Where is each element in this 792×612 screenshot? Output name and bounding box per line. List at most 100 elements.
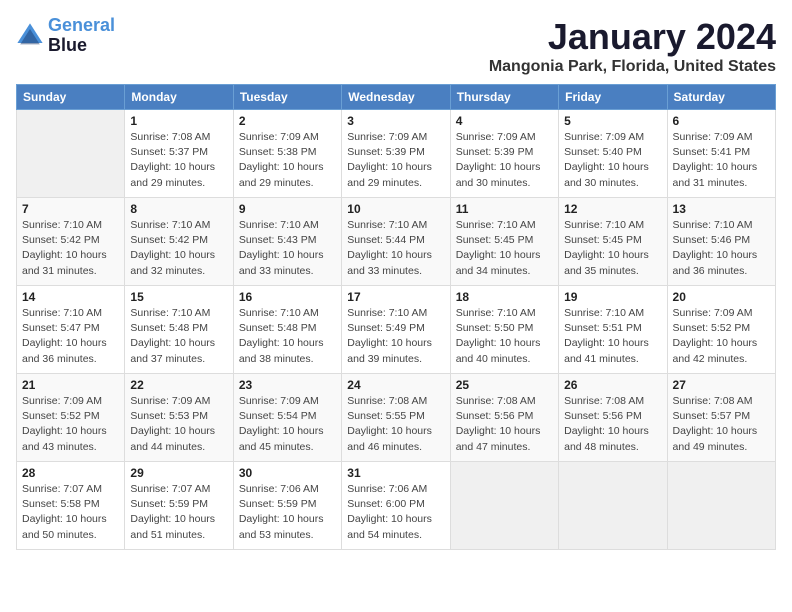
- day-number: 5: [564, 114, 661, 128]
- day-detail: Sunrise: 7:10 AM Sunset: 5:45 PM Dayligh…: [564, 218, 661, 279]
- day-number: 25: [456, 378, 553, 392]
- day-number: 7: [22, 202, 119, 216]
- calendar-day-header: Saturday: [667, 85, 775, 110]
- day-number: 16: [239, 290, 336, 304]
- calendar-cell: [559, 462, 667, 550]
- day-detail: Sunrise: 7:10 AM Sunset: 5:43 PM Dayligh…: [239, 218, 336, 279]
- day-number: 4: [456, 114, 553, 128]
- calendar-cell: 5 Sunrise: 7:09 AM Sunset: 5:40 PM Daylig…: [559, 110, 667, 198]
- day-number: 9: [239, 202, 336, 216]
- day-detail: Sunrise: 7:10 AM Sunset: 5:49 PM Dayligh…: [347, 306, 444, 367]
- day-number: 19: [564, 290, 661, 304]
- title-block: January 2024 Mangonia Park, Florida, Uni…: [489, 16, 776, 76]
- day-detail: Sunrise: 7:08 AM Sunset: 5:56 PM Dayligh…: [564, 394, 661, 455]
- calendar-cell: 31 Sunrise: 7:06 AM Sunset: 6:00 PM Dayli…: [342, 462, 450, 550]
- day-detail: Sunrise: 7:10 AM Sunset: 5:44 PM Dayligh…: [347, 218, 444, 279]
- calendar-day-header: Sunday: [17, 85, 125, 110]
- day-detail: Sunrise: 7:10 AM Sunset: 5:42 PM Dayligh…: [22, 218, 119, 279]
- calendar-cell: 2 Sunrise: 7:09 AM Sunset: 5:38 PM Daylig…: [233, 110, 341, 198]
- calendar-day-header: Wednesday: [342, 85, 450, 110]
- calendar-cell: 23Sunrise: 7:09 AM Sunset: 5:54 PM Dayli…: [233, 374, 341, 462]
- calendar-cell: 16Sunrise: 7:10 AM Sunset: 5:48 PM Dayli…: [233, 286, 341, 374]
- calendar-cell: 19 Sunrise: 7:10 AM Sunset: 5:51 PM Dayli…: [559, 286, 667, 374]
- calendar-cell: 15 Sunrise: 7:10 AM Sunset: 5:48 PM Dayli…: [125, 286, 233, 374]
- calendar-header-row: SundayMondayTuesdayWednesdayThursdayFrid…: [17, 85, 776, 110]
- location: Mangonia Park, Florida, United States: [489, 58, 776, 76]
- day-number: 11: [456, 202, 553, 216]
- day-number: 31: [347, 466, 444, 480]
- day-number: 22: [130, 378, 227, 392]
- calendar-week-row: 14Sunrise: 7:10 AM Sunset: 5:47 PM Dayli…: [17, 286, 776, 374]
- calendar-cell: [17, 110, 125, 198]
- day-detail: Sunrise: 7:09 AM Sunset: 5:39 PM Dayligh…: [347, 130, 444, 191]
- calendar-cell: 27 Sunrise: 7:08 AM Sunset: 5:57 PM Dayli…: [667, 374, 775, 462]
- day-number: 14: [22, 290, 119, 304]
- day-detail: Sunrise: 7:10 AM Sunset: 5:51 PM Dayligh…: [564, 306, 661, 367]
- day-number: 6: [673, 114, 770, 128]
- calendar-day-header: Monday: [125, 85, 233, 110]
- day-detail: Sunrise: 7:07 AM Sunset: 5:59 PM Dayligh…: [130, 482, 227, 543]
- day-detail: Sunrise: 7:08 AM Sunset: 5:56 PM Dayligh…: [456, 394, 553, 455]
- day-number: 18: [456, 290, 553, 304]
- day-detail: Sunrise: 7:08 AM Sunset: 5:37 PM Dayligh…: [130, 130, 227, 191]
- day-number: 27: [673, 378, 770, 392]
- calendar-cell: 17 Sunrise: 7:10 AM Sunset: 5:49 PM Dayli…: [342, 286, 450, 374]
- calendar-cell: 22Sunrise: 7:09 AM Sunset: 5:53 PM Dayli…: [125, 374, 233, 462]
- calendar-week-row: 7 Sunrise: 7:10 AM Sunset: 5:42 PM Daylig…: [17, 198, 776, 286]
- calendar-day-header: Tuesday: [233, 85, 341, 110]
- calendar-cell: [667, 462, 775, 550]
- month-title: January 2024: [489, 16, 776, 58]
- day-detail: Sunrise: 7:09 AM Sunset: 5:38 PM Dayligh…: [239, 130, 336, 191]
- day-detail: Sunrise: 7:09 AM Sunset: 5:54 PM Dayligh…: [239, 394, 336, 455]
- day-detail: Sunrise: 7:06 AM Sunset: 5:59 PM Dayligh…: [239, 482, 336, 543]
- day-number: 17: [347, 290, 444, 304]
- calendar-cell: 14Sunrise: 7:10 AM Sunset: 5:47 PM Dayli…: [17, 286, 125, 374]
- calendar-cell: 3 Sunrise: 7:09 AM Sunset: 5:39 PM Daylig…: [342, 110, 450, 198]
- day-detail: Sunrise: 7:10 AM Sunset: 5:50 PM Dayligh…: [456, 306, 553, 367]
- day-number: 12: [564, 202, 661, 216]
- calendar-table: SundayMondayTuesdayWednesdayThursdayFrid…: [16, 84, 776, 550]
- calendar-cell: 24Sunrise: 7:08 AM Sunset: 5:55 PM Dayli…: [342, 374, 450, 462]
- day-number: 2: [239, 114, 336, 128]
- calendar-cell: 28Sunrise: 7:07 AM Sunset: 5:58 PM Dayli…: [17, 462, 125, 550]
- calendar-cell: 26Sunrise: 7:08 AM Sunset: 5:56 PM Dayli…: [559, 374, 667, 462]
- calendar-cell: 11 Sunrise: 7:10 AM Sunset: 5:45 PM Dayli…: [450, 198, 558, 286]
- page-header: General Blue January 2024 Mangonia Park,…: [16, 16, 776, 76]
- day-detail: Sunrise: 7:08 AM Sunset: 5:57 PM Dayligh…: [673, 394, 770, 455]
- calendar-cell: 30 Sunrise: 7:06 AM Sunset: 5:59 PM Dayli…: [233, 462, 341, 550]
- calendar-cell: 9 Sunrise: 7:10 AM Sunset: 5:43 PM Daylig…: [233, 198, 341, 286]
- calendar-cell: 1Sunrise: 7:08 AM Sunset: 5:37 PM Daylig…: [125, 110, 233, 198]
- day-detail: Sunrise: 7:09 AM Sunset: 5:39 PM Dayligh…: [456, 130, 553, 191]
- calendar-cell: 25 Sunrise: 7:08 AM Sunset: 5:56 PM Dayli…: [450, 374, 558, 462]
- calendar-cell: 12 Sunrise: 7:10 AM Sunset: 5:45 PM Dayli…: [559, 198, 667, 286]
- calendar-cell: 4 Sunrise: 7:09 AM Sunset: 5:39 PM Daylig…: [450, 110, 558, 198]
- day-detail: Sunrise: 7:10 AM Sunset: 5:45 PM Dayligh…: [456, 218, 553, 279]
- day-number: 15: [130, 290, 227, 304]
- day-number: 8: [130, 202, 227, 216]
- calendar-cell: 13Sunrise: 7:10 AM Sunset: 5:46 PM Dayli…: [667, 198, 775, 286]
- day-detail: Sunrise: 7:09 AM Sunset: 5:52 PM Dayligh…: [22, 394, 119, 455]
- calendar-cell: [450, 462, 558, 550]
- day-detail: Sunrise: 7:09 AM Sunset: 5:40 PM Dayligh…: [564, 130, 661, 191]
- day-number: 21: [22, 378, 119, 392]
- calendar-cell: 6 Sunrise: 7:09 AM Sunset: 5:41 PM Daylig…: [667, 110, 775, 198]
- calendar-week-row: 28Sunrise: 7:07 AM Sunset: 5:58 PM Dayli…: [17, 462, 776, 550]
- calendar-day-header: Friday: [559, 85, 667, 110]
- day-number: 29: [130, 466, 227, 480]
- day-detail: Sunrise: 7:09 AM Sunset: 5:41 PM Dayligh…: [673, 130, 770, 191]
- day-detail: Sunrise: 7:10 AM Sunset: 5:48 PM Dayligh…: [130, 306, 227, 367]
- day-number: 20: [673, 290, 770, 304]
- calendar-cell: 10Sunrise: 7:10 AM Sunset: 5:44 PM Dayli…: [342, 198, 450, 286]
- calendar-cell: 20 Sunrise: 7:09 AM Sunset: 5:52 PM Dayli…: [667, 286, 775, 374]
- calendar-cell: 8 Sunrise: 7:10 AM Sunset: 5:42 PM Daylig…: [125, 198, 233, 286]
- day-number: 3: [347, 114, 444, 128]
- day-number: 28: [22, 466, 119, 480]
- calendar-cell: 29 Sunrise: 7:07 AM Sunset: 5:59 PM Dayli…: [125, 462, 233, 550]
- day-detail: Sunrise: 7:10 AM Sunset: 5:42 PM Dayligh…: [130, 218, 227, 279]
- day-number: 30: [239, 466, 336, 480]
- calendar-cell: 7 Sunrise: 7:10 AM Sunset: 5:42 PM Daylig…: [17, 198, 125, 286]
- day-number: 24: [347, 378, 444, 392]
- day-detail: Sunrise: 7:06 AM Sunset: 6:00 PM Dayligh…: [347, 482, 444, 543]
- day-detail: Sunrise: 7:09 AM Sunset: 5:52 PM Dayligh…: [673, 306, 770, 367]
- calendar-cell: 21 Sunrise: 7:09 AM Sunset: 5:52 PM Dayli…: [17, 374, 125, 462]
